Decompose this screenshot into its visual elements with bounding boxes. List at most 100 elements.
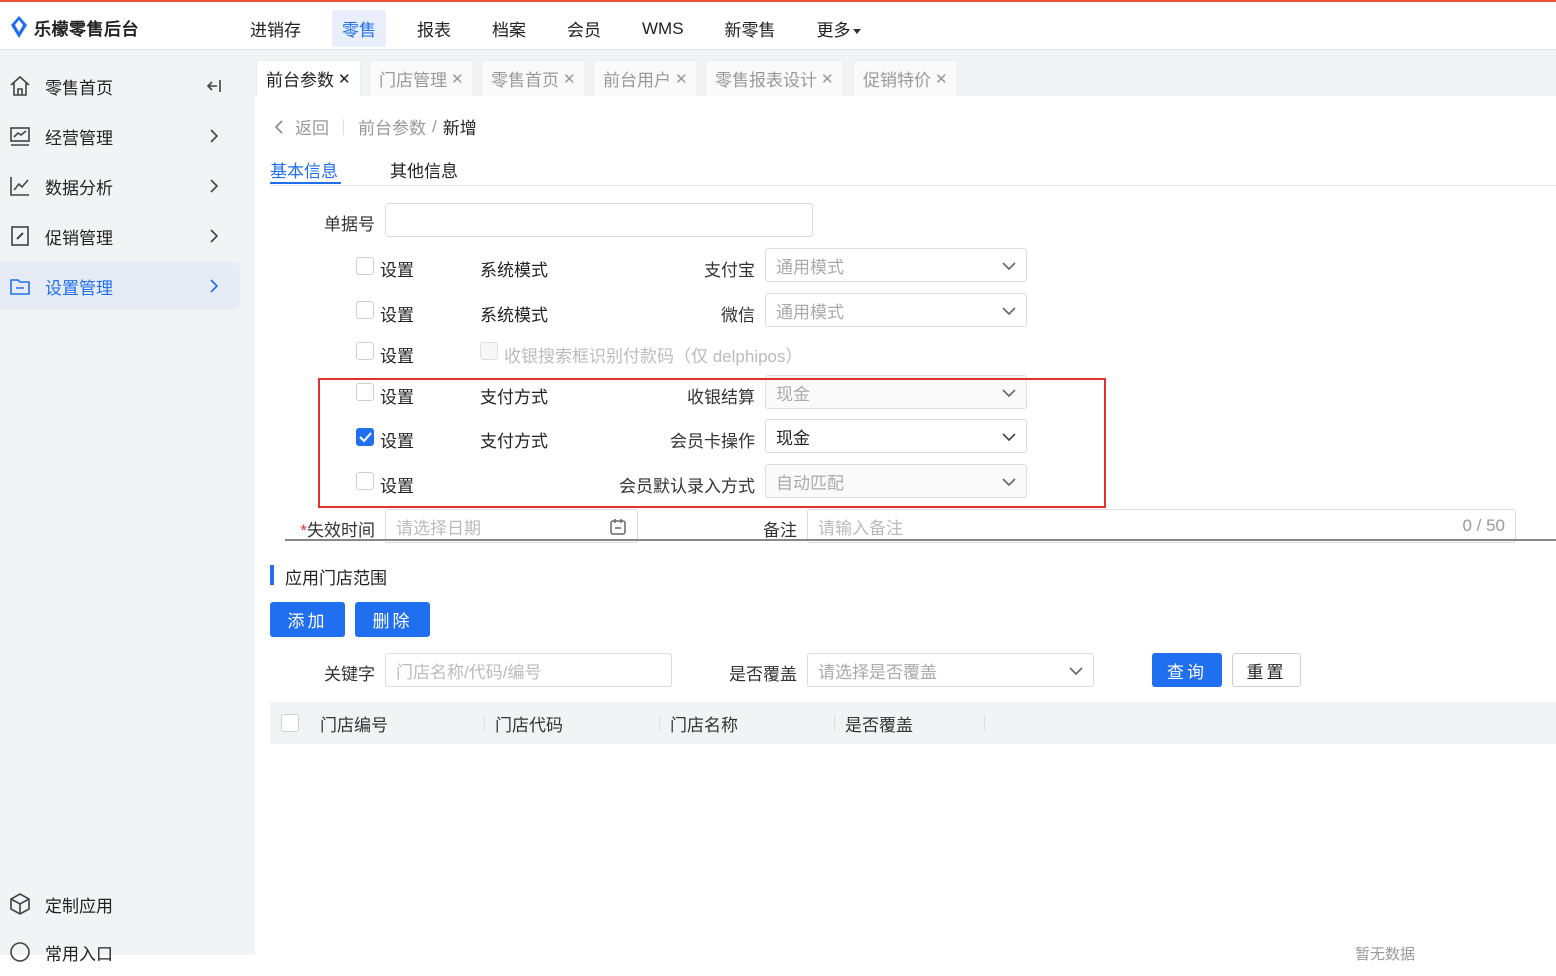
- sidebar-item-operations[interactable]: 经营管理: [0, 112, 240, 160]
- select-value: 通用模式: [776, 257, 844, 277]
- wechat-mode-select[interactable]: 通用模式: [765, 293, 1027, 327]
- tab-store-management[interactable]: 门店管理 ✕: [369, 60, 474, 96]
- tab-frontend-users[interactable]: 前台用户 ✕: [593, 60, 698, 96]
- sidebar-item-custom-apps[interactable]: 定制应用: [0, 880, 240, 928]
- row3-checkbox[interactable]: [356, 342, 374, 360]
- close-icon[interactable]: ✕: [675, 70, 688, 88]
- sidebar-item-settings[interactable]: 设置管理: [0, 262, 240, 310]
- cover-placeholder: 请选择是否覆盖: [818, 662, 937, 682]
- sidebar-item-label: 经营管理: [45, 128, 113, 148]
- col-store-name[interactable]: 门店名称: [670, 702, 738, 744]
- topnav-item-member[interactable]: 会员: [557, 10, 611, 47]
- alipay-mode-select[interactable]: 通用模式: [765, 248, 1027, 282]
- row1-checkbox[interactable]: [356, 257, 374, 275]
- tab-label: 门店管理: [379, 71, 447, 90]
- expire-label: *失效时间: [285, 516, 375, 541]
- breadcrumb-current: 新增: [442, 119, 477, 138]
- sidebar-item-analytics[interactable]: 数据分析: [0, 162, 240, 210]
- topnav-item-archive[interactable]: 档案: [482, 10, 536, 47]
- row2-category: 系统模式: [480, 306, 548, 325]
- breadcrumb-parent[interactable]: 前台参数: [358, 114, 426, 139]
- topnav-item-new-retail[interactable]: 新零售: [715, 10, 786, 47]
- cover-label: 是否覆盖: [729, 665, 797, 684]
- add-store-button[interactable]: 添加: [270, 602, 345, 637]
- top-bar: 乐檬零售后台 进销存 零售 报表 档案 会员 WMS 新零售 更多: [0, 0, 1556, 50]
- chevron-left-icon: [274, 119, 283, 134]
- back-link[interactable]: 返回: [295, 114, 329, 139]
- topnav-item-reports[interactable]: 报表: [407, 10, 461, 47]
- logo-icon: [11, 16, 27, 38]
- line-chart-icon: [10, 177, 29, 196]
- required-mark: *: [300, 521, 307, 540]
- close-icon[interactable]: ✕: [338, 70, 351, 88]
- topnav-item-inventory[interactable]: 进销存: [240, 10, 311, 47]
- chevron-down-icon: [1002, 307, 1016, 316]
- tab-retail-home[interactable]: 零售首页 ✕: [481, 60, 586, 96]
- row1-category: 系统模式: [480, 261, 548, 280]
- expire-date-input[interactable]: 请选择日期: [385, 509, 638, 543]
- select-all-checkbox[interactable]: [281, 714, 299, 732]
- monitor-icon: [10, 127, 30, 146]
- home-icon: [10, 75, 30, 96]
- row-bottom-line: [285, 539, 1556, 541]
- remark-input[interactable]: 请输入备注 0 / 50: [807, 509, 1516, 543]
- sidebar-item-label: 零售首页: [45, 78, 113, 98]
- row1-field-label: 支付宝: [704, 261, 755, 280]
- doc-no-input[interactable]: [385, 203, 813, 237]
- row2-checkbox[interactable]: [356, 301, 374, 319]
- tab-promo-price[interactable]: 促销特价 ✕: [853, 60, 958, 96]
- sidebar-item-promotion[interactable]: 促销管理: [0, 212, 240, 260]
- tab-label: 零售首页: [491, 71, 559, 90]
- close-icon[interactable]: ✕: [563, 70, 576, 88]
- row3-set-label: 设置: [380, 347, 414, 366]
- row1-set-label: 设置: [380, 261, 414, 280]
- payment-code-option-label: 收银搜索框识别付款码（仅 delphipos）: [504, 347, 803, 366]
- shortcut-icon: [10, 942, 30, 962]
- close-icon[interactable]: ✕: [821, 70, 834, 88]
- collapse-sidebar-icon[interactable]: [205, 77, 223, 95]
- breadcrumb: 返回 前台参数 / 新增: [273, 114, 477, 139]
- cover-select[interactable]: 请选择是否覆盖: [807, 653, 1094, 687]
- col-divider: [834, 715, 835, 731]
- sidebar-item-label: 设置管理: [45, 278, 113, 298]
- tab-label: 前台参数: [266, 71, 334, 90]
- store-table-header: 门店编号 门店代码 门店名称 是否覆盖: [270, 702, 1556, 744]
- tab-basic-info[interactable]: 基本信息: [270, 157, 338, 182]
- app-logo[interactable]: 乐檬零售后台: [10, 14, 139, 40]
- breadcrumb-sep: /: [432, 116, 437, 136]
- close-icon[interactable]: ✕: [451, 70, 464, 88]
- sidebar-item-retail-home[interactable]: 零售首页: [0, 62, 240, 110]
- promotion-icon: [11, 226, 29, 246]
- tab-other-info[interactable]: 其他信息: [390, 157, 458, 182]
- row2-field-label: 微信: [721, 306, 755, 325]
- delete-store-button[interactable]: 删除: [355, 602, 430, 637]
- reset-button[interactable]: 重置: [1232, 653, 1301, 687]
- select-value: 通用模式: [776, 302, 844, 322]
- remark-label: 备注: [763, 521, 797, 540]
- close-icon[interactable]: ✕: [935, 70, 948, 88]
- tab-frontend-params[interactable]: 前台参数 ✕: [256, 60, 361, 96]
- sidebar-item-label: 常用入口: [45, 944, 113, 964]
- keyword-input[interactable]: 门店名称/代码/编号: [385, 653, 672, 687]
- col-divider: [984, 715, 985, 731]
- expire-label-text: 失效时间: [307, 521, 375, 540]
- col-store-code[interactable]: 门店代码: [495, 702, 563, 744]
- highlight-box: [318, 378, 1106, 508]
- col-is-cover[interactable]: 是否覆盖: [845, 702, 913, 744]
- sidebar: 零售首页 经营管理 数据分析 促销管理 设置管理 定制应用 常用入口: [0, 50, 255, 964]
- folder-icon: [10, 279, 30, 295]
- expire-date-placeholder: 请选择日期: [396, 518, 481, 538]
- topnav-item-more[interactable]: 更多: [807, 10, 871, 47]
- sidebar-item-shortcuts[interactable]: 常用入口: [0, 928, 240, 976]
- page-tabs: 前台参数 ✕ 门店管理 ✕ 零售首页 ✕ 前台用户 ✕ 零售报表设计 ✕ 促销特价 ✕: [255, 50, 1556, 96]
- tab-report-design[interactable]: 零售报表设计 ✕: [705, 60, 844, 96]
- col-store-no[interactable]: 门店编号: [320, 702, 388, 744]
- remark-placeholder: 请输入备注: [818, 518, 903, 538]
- doc-no-label: 单据号: [324, 215, 375, 234]
- topnav-item-wms[interactable]: WMS: [632, 13, 694, 45]
- col-divider: [484, 715, 485, 731]
- query-button[interactable]: 查询: [1152, 653, 1222, 687]
- tab-label: 促销特价: [863, 71, 931, 90]
- topnav-item-retail[interactable]: 零售: [332, 10, 386, 47]
- chevron-right-icon: [210, 129, 219, 143]
